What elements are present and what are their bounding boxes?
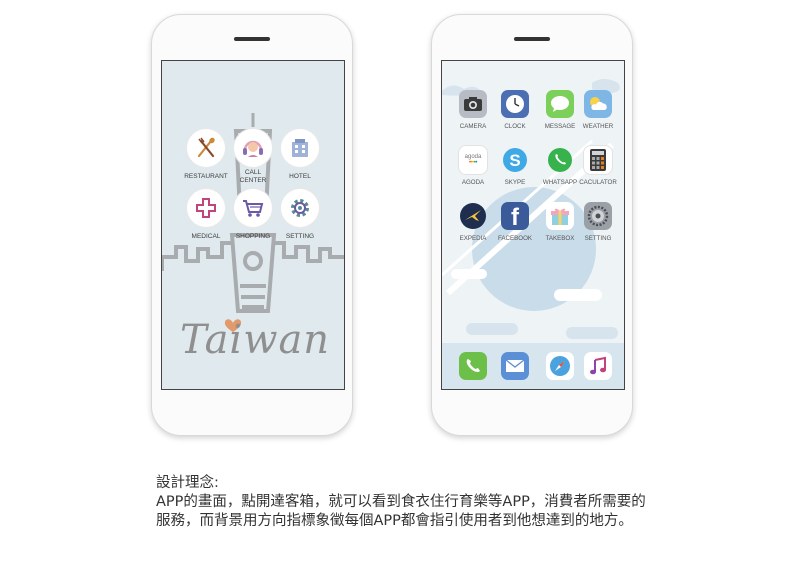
- speaker: [234, 37, 270, 41]
- expedia-app[interactable]: [459, 202, 487, 230]
- svg-text:S: S: [509, 151, 520, 170]
- clock-icon: [506, 95, 524, 113]
- hotel-app[interactable]: [281, 129, 319, 167]
- caption-line-2: 服務，而背景用方向指標象徵每個APP都會指引使用者到他想達到的地方。: [156, 513, 633, 529]
- skype-icon: S: [503, 148, 527, 172]
- left-screen: RESTAURANT CALL CENTER HOTEL MEDICAL SHO…: [161, 60, 345, 390]
- whatsapp-icon: [548, 148, 572, 172]
- setting-app[interactable]: [584, 202, 612, 230]
- weather-label: WEATHER: [582, 123, 614, 130]
- message-app[interactable]: [546, 90, 574, 118]
- weather-icon: [590, 97, 607, 110]
- agoda-icon: agoda •••••: [464, 154, 482, 166]
- phone-right: CAMERA CLOCK MESSAGE WEATHER agoda •••••…: [431, 14, 633, 436]
- hotel-label: HOTEL: [289, 173, 311, 180]
- calculator-app[interactable]: [584, 146, 612, 174]
- design-caption: 設計理念: APP的畫面，點開達客箱，就可以看到食衣住行育樂等APP，消費者所需…: [156, 474, 716, 531]
- taiwan-logo: Taiwan: [180, 317, 331, 363]
- skype-label: SKYPE: [504, 179, 526, 186]
- expedia-icon: [460, 203, 486, 229]
- restaurant-app[interactable]: [187, 129, 225, 167]
- dock: [442, 343, 624, 389]
- building-icon: [292, 139, 308, 157]
- call-center-app[interactable]: [234, 129, 272, 167]
- music-icon: [590, 356, 606, 375]
- takebox-app[interactable]: [546, 202, 574, 230]
- medical-app[interactable]: [187, 189, 225, 227]
- cart-icon: [243, 200, 264, 217]
- facebook-label: FACEBOOK: [497, 235, 533, 242]
- phone-left: RESTAURANT CALL CENTER HOTEL MEDICAL SHO…: [151, 14, 353, 436]
- headset-icon: [243, 140, 263, 157]
- skype-app[interactable]: S: [501, 146, 529, 174]
- clock-app[interactable]: [501, 90, 529, 118]
- home-button[interactable]: [230, 405, 274, 423]
- home-button[interactable]: [510, 405, 554, 423]
- phone-icon: [466, 359, 480, 372]
- gear-icon: [291, 199, 309, 217]
- camera-icon: [464, 97, 482, 111]
- whatsapp-app[interactable]: [546, 146, 574, 174]
- calculator-label: CACULATOR: [579, 179, 617, 186]
- facebook-icon: f: [511, 205, 520, 227]
- caption-title: 設計理念:: [156, 475, 219, 491]
- dock-music[interactable]: [584, 352, 612, 380]
- svg-text:f: f: [511, 205, 520, 227]
- gift-icon: [551, 208, 569, 225]
- dock-phone[interactable]: [459, 352, 487, 380]
- safari-icon: [550, 356, 570, 376]
- camera-app[interactable]: [459, 90, 487, 118]
- cross-icon: [196, 198, 216, 218]
- settings-icon: [587, 205, 609, 227]
- fork-spoon-icon: [197, 137, 215, 158]
- weather-app[interactable]: [584, 90, 612, 118]
- shopping-app[interactable]: [234, 189, 272, 227]
- caption-line-1: APP的畫面，點開達客箱，就可以看到食衣住行育樂等APP，消費者所需要的: [156, 494, 646, 510]
- mail-icon: [505, 359, 525, 372]
- setting-label: SETTING: [584, 235, 612, 242]
- calculator-icon: [590, 149, 606, 171]
- speaker: [514, 37, 550, 41]
- dock-safari[interactable]: [546, 352, 574, 380]
- agoda-app[interactable]: agoda •••••: [459, 146, 487, 174]
- clock-label: CLOCK: [504, 123, 526, 130]
- setting-app[interactable]: [281, 189, 319, 227]
- dock-mail[interactable]: [501, 352, 529, 380]
- setting-label: SETTING: [285, 233, 315, 240]
- right-screen: CAMERA CLOCK MESSAGE WEATHER agoda •••••…: [441, 60, 625, 390]
- message-icon: [551, 96, 569, 112]
- facebook-app[interactable]: f: [501, 202, 529, 230]
